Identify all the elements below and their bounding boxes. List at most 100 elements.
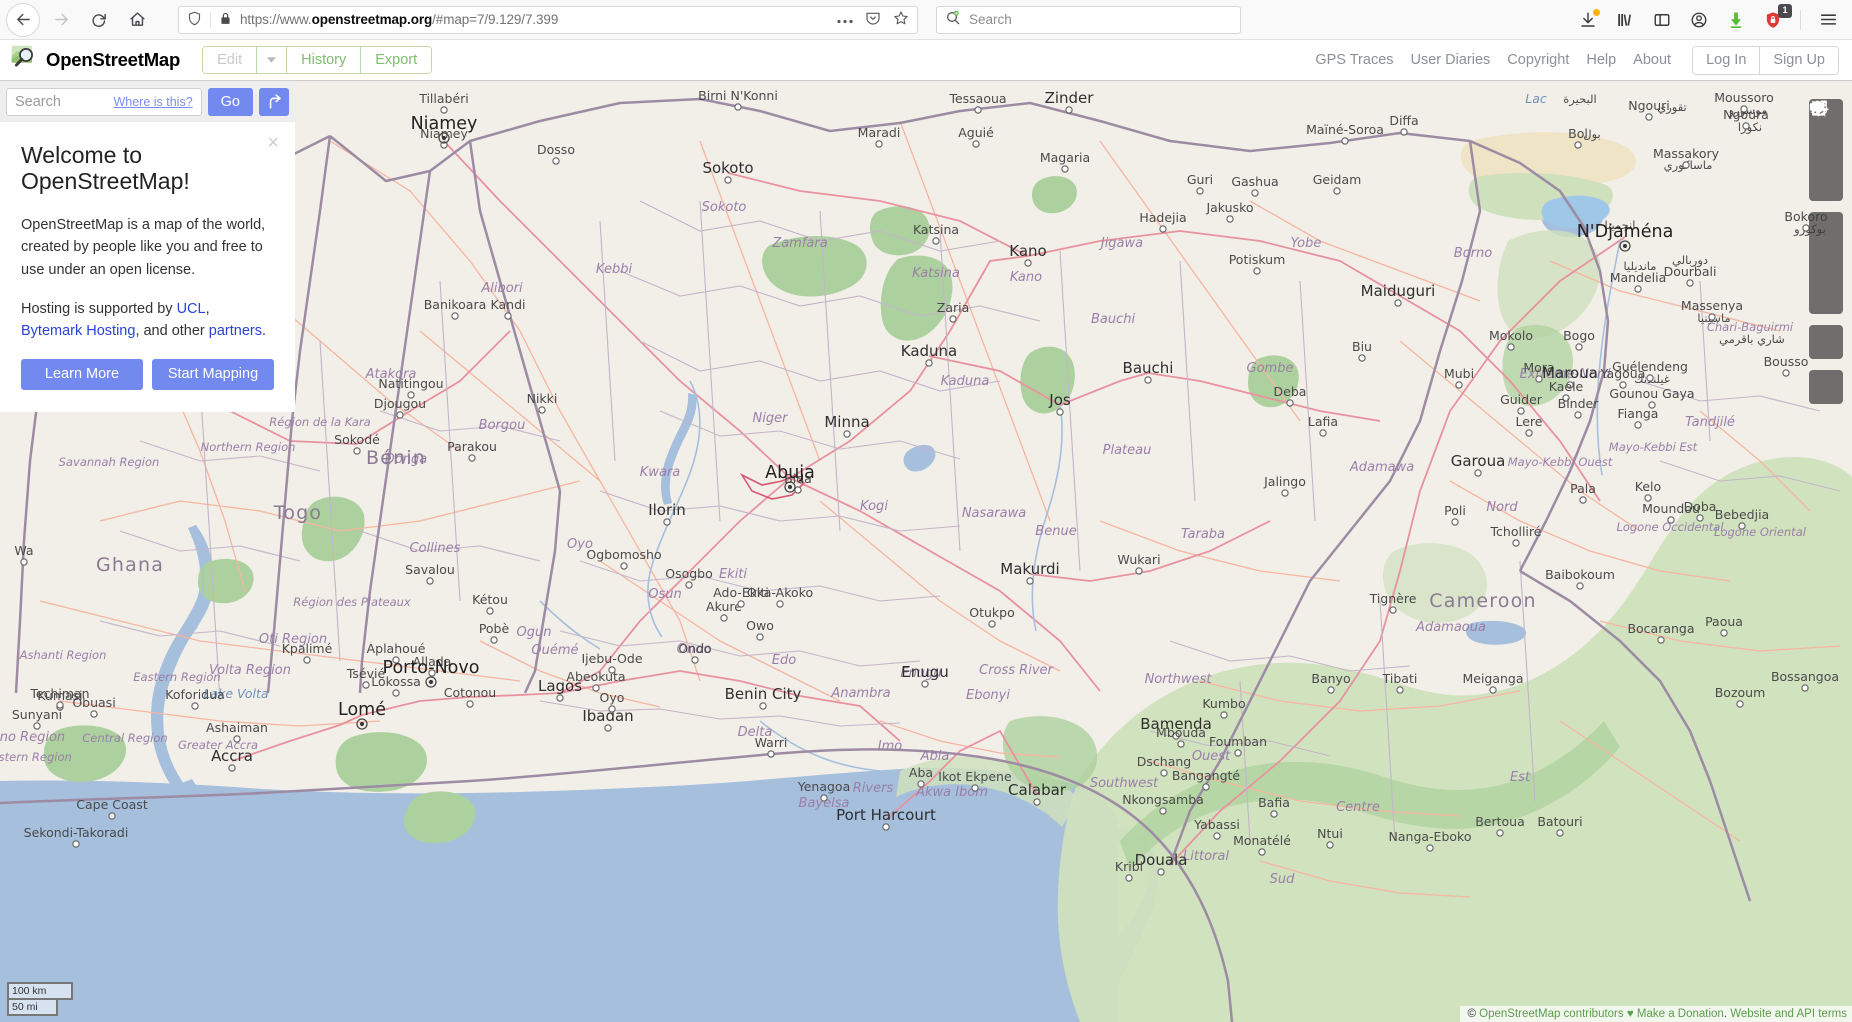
account-circle-icon[interactable]: [1689, 10, 1709, 30]
city-dot-icon: [552, 157, 560, 165]
city-label: Nanga-Eboko: [1389, 829, 1472, 844]
region-label: Jigawa: [1098, 236, 1143, 251]
city-dot-icon: [592, 684, 600, 692]
city-dot-icon: [921, 680, 929, 688]
pocket-icon[interactable]: [865, 10, 881, 29]
city-dot-icon: [1574, 141, 1582, 149]
downloads-arrow-icon[interactable]: [1578, 8, 1600, 30]
home-icon[interactable]: [120, 3, 154, 37]
city-dot-icon: [490, 636, 498, 644]
back-arrow-icon[interactable]: [6, 2, 40, 37]
city-label: Pobè: [479, 621, 510, 636]
city-dot-icon: [191, 702, 199, 710]
address-bar[interactable]: https://www.openstreetmap.org/#map=7/9.1…: [178, 5, 918, 34]
region-label: Borno: [1454, 246, 1492, 261]
export-button[interactable]: Export: [361, 47, 432, 73]
ellipsis-icon[interactable]: [837, 12, 853, 27]
region-label: Gombe: [1247, 361, 1294, 376]
city-dot-icon: [468, 454, 476, 462]
nav-link-copyright[interactable]: Copyright: [1507, 52, 1569, 68]
browser-search-bar[interactable]: Search: [936, 5, 1241, 34]
city-dot-icon: [1426, 844, 1434, 852]
reload-icon[interactable]: [82, 3, 116, 37]
city-dot-icon: [734, 103, 742, 111]
query-features-cursor-icon[interactable]: ?: [1809, 100, 1843, 404]
city-dot-icon: [1160, 769, 1168, 777]
add-note-icon[interactable]: [1809, 103, 1843, 359]
ucl-link[interactable]: UCL: [177, 301, 206, 317]
partners-link[interactable]: partners: [209, 323, 262, 339]
sign-up-button[interactable]: Sign Up: [1760, 46, 1838, 74]
hamburger-menu-icon[interactable]: [1818, 10, 1838, 30]
city-dot-icon: [90, 710, 98, 718]
attribution-terms-link[interactable]: Website and API terms: [1730, 1008, 1847, 1020]
city-dot-icon: [604, 724, 612, 732]
city-dot-icon: [466, 700, 474, 708]
sidebar-icon[interactable]: [1652, 10, 1672, 30]
city-dot-icon: [974, 106, 982, 114]
star-icon[interactable]: [893, 10, 909, 29]
nav-link-about[interactable]: About: [1633, 52, 1671, 68]
where-is-this-link[interactable]: Where is this?: [113, 95, 192, 109]
city-label: Osogbo: [665, 566, 713, 581]
city-dot-icon: [925, 359, 933, 367]
city-dot-icon: [1645, 113, 1653, 121]
edit-button[interactable]: Edit: [203, 47, 258, 73]
red-shield-icon[interactable]: 1: [1763, 3, 1792, 30]
city-label: Makurdi: [1000, 560, 1059, 578]
zoom-out-button[interactable]: [1809, 106, 1843, 167]
map-key-info-icon[interactable]: [1809, 101, 1843, 280]
directions-button[interactable]: [259, 87, 289, 116]
nav-link-gps-traces[interactable]: GPS Traces: [1315, 52, 1393, 68]
city-dot-icon: [1258, 848, 1266, 856]
city-dot-icon: [1451, 518, 1459, 526]
region-label: Borgou: [479, 418, 526, 433]
close-icon[interactable]: ×: [267, 133, 279, 153]
edit-button-group: Edit History Export: [202, 46, 433, 74]
chevron-down-icon[interactable]: [257, 47, 288, 73]
scale-imperial: 50 mi: [7, 1000, 58, 1016]
nav-link-help[interactable]: Help: [1586, 52, 1616, 68]
copyright-symbol: ©: [1467, 1008, 1476, 1020]
nav-link-user-diaries[interactable]: User Diaries: [1411, 52, 1491, 68]
capital-label: Porto-Novo: [383, 658, 480, 678]
city-label: Abeokuta: [566, 669, 625, 684]
history-button[interactable]: History: [287, 47, 362, 73]
region-label: Ouest: [1192, 749, 1231, 764]
city-dot-icon: [882, 823, 890, 831]
log-in-button[interactable]: Log In: [1693, 46, 1761, 74]
share-icon[interactable]: [1809, 100, 1843, 314]
city-label: Mandelia: [1610, 270, 1667, 285]
attribution-contributors-link[interactable]: OpenStreetMap contributors: [1479, 1008, 1623, 1020]
green-download-icon[interactable]: [1726, 10, 1746, 30]
city-dot-icon: [776, 600, 784, 608]
forward-arrow-icon[interactable]: [44, 3, 78, 37]
osm-brand[interactable]: OpenStreetMap: [0, 44, 180, 76]
library-icon[interactable]: [1615, 10, 1635, 30]
openstreetmap-logo-icon: [10, 44, 37, 76]
period: .: [262, 322, 267, 339]
start-mapping-button[interactable]: Start Mapping: [152, 358, 274, 390]
city-label: Jalingo: [1263, 474, 1306, 489]
city-label: Potiskum: [1229, 252, 1286, 267]
city-label: Batouri: [1537, 814, 1582, 829]
city-label: Foumban: [1209, 734, 1267, 749]
tracking-protection-shield-icon[interactable]: [187, 11, 202, 29]
city-label: Tignère: [1369, 591, 1417, 606]
city-dot-icon: [1525, 429, 1533, 437]
capital-label: Niamey: [411, 114, 478, 134]
locate-arrow-icon[interactable]: [1809, 101, 1843, 201]
city-label: Tsévié: [346, 666, 386, 681]
attribution-donation-link[interactable]: Make a Donation: [1637, 1008, 1724, 1020]
city-dot-icon: [972, 140, 980, 148]
search-go-button[interactable]: Go: [207, 87, 253, 116]
city-label: Tibati: [1382, 671, 1418, 686]
bytemark-hosting-link[interactable]: Bytemark Hosting: [21, 323, 135, 339]
city-label: Nkongsamba: [1122, 792, 1204, 807]
city-dot-icon: [1281, 489, 1289, 497]
city-label: Paoua: [1705, 614, 1743, 629]
layers-icon[interactable]: [1809, 100, 1843, 246]
urlbar-divider: [210, 11, 211, 28]
padlock-icon[interactable]: [219, 11, 232, 29]
learn-more-button[interactable]: Learn More: [21, 358, 143, 390]
